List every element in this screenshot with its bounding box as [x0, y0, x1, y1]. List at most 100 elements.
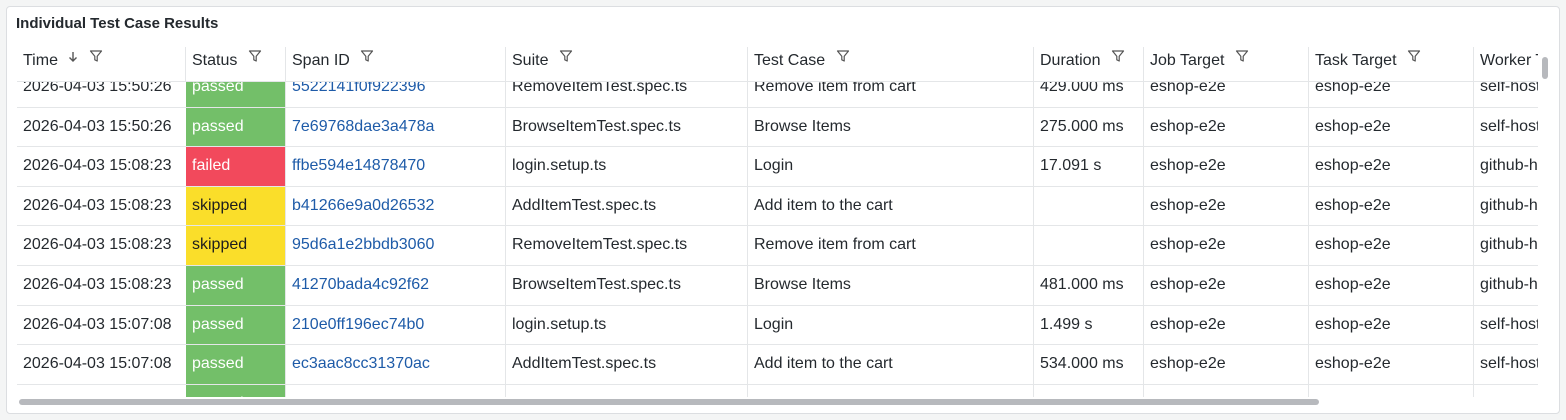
- cell-task-target: eshop-e2e: [1308, 81, 1473, 107]
- cell-job-target: eshop-e2e: [1143, 226, 1308, 265]
- cell-worker-text: self-hoste: [1480, 81, 1538, 95]
- vertical-scrollbar-thumb[interactable]: [1542, 57, 1548, 79]
- cell-suite: [505, 384, 747, 397]
- cell-worker: self-hoste: [1473, 305, 1538, 345]
- cell-status: passed: [185, 107, 285, 147]
- filter-icon[interactable]: [1407, 47, 1421, 73]
- cell-span-id-text[interactable]: 210e0ff196ec74b0: [292, 316, 424, 333]
- filter-icon[interactable]: [836, 47, 850, 73]
- cell-suite-text: login.setup.ts: [512, 315, 607, 333]
- table-row[interactable]: 2026-04-03 15:07:08 passed ec3aac8cc31370a…: [17, 345, 1538, 385]
- cell-span-id[interactable]: [285, 384, 505, 397]
- cell-span-id-text[interactable]: 41270bada4c92f62: [292, 276, 429, 293]
- cell-time: 2026-04-03 15:50:26: [17, 81, 185, 107]
- cell-span-id[interactable]: b41266e9a0d26532: [285, 186, 505, 226]
- cell-duration: [1033, 186, 1143, 226]
- cell-status-text: passed: [192, 315, 244, 333]
- cell-time: 2026-04-03 15:07:08: [17, 345, 185, 384]
- table-row[interactable]: passed: [17, 384, 1538, 397]
- cell-span-id-text[interactable]: 7e69768dae3a478a: [292, 118, 434, 135]
- table-header: Time Status Span ID Suite Test Case Dura…: [17, 47, 1538, 82]
- cell-task-target: eshop-e2e: [1308, 345, 1473, 384]
- cell-suite-text: BrowseItemTest.spec.ts: [512, 275, 681, 293]
- cell-time-text: 2026-04-03 15:07:08: [23, 355, 172, 373]
- cell-worker: github-ho: [1473, 147, 1538, 186]
- column-header-label: Job Target: [1150, 52, 1225, 69]
- cell-time-text: 2026-04-03 15:08:23: [23, 236, 172, 254]
- column-header-label: Worker T: [1480, 52, 1538, 69]
- cell-time-text: 2026-04-03 15:50:26: [23, 117, 172, 135]
- sort-descending-icon[interactable]: [68, 47, 78, 73]
- column-header-worker[interactable]: Worker T: [1473, 47, 1538, 81]
- cell-job-target-text: eshop-e2e: [1150, 117, 1226, 135]
- cell-suite: AddItemTest.spec.ts: [505, 186, 747, 226]
- column-header-label: Test Case: [754, 52, 826, 69]
- column-header-suite[interactable]: Suite: [505, 47, 747, 81]
- cell-span-id-text[interactable]: ec3aac8cc31370ac: [292, 355, 430, 372]
- cell-span-id[interactable]: 41270bada4c92f62: [285, 265, 505, 305]
- cell-test-case-text: Login: [754, 315, 794, 333]
- cell-job-target-text: eshop-e2e: [1150, 157, 1226, 175]
- cell-task-target: eshop-e2e: [1308, 226, 1473, 265]
- table-row[interactable]: 2026-04-03 15:50:26 passed 7e69768dae3a478…: [17, 107, 1538, 148]
- cell-job-target: eshop-e2e: [1143, 186, 1308, 226]
- cell-task-target: [1308, 384, 1473, 397]
- cell-span-id[interactable]: 95d6a1e2bbdb3060: [285, 226, 505, 265]
- cell-suite-text: BrowseItemTest.spec.ts: [512, 117, 681, 135]
- filter-icon[interactable]: [360, 47, 374, 73]
- table-row[interactable]: 2026-04-03 15:50:26 passed 5522141f0f92239…: [17, 81, 1538, 108]
- cell-test-case-text: Add item to the cart: [754, 355, 893, 373]
- cell-span-id[interactable]: 5522141f0f922396: [285, 81, 505, 107]
- table-row[interactable]: 2026-04-03 15:08:23 failed ffbe594e1487847…: [17, 147, 1538, 187]
- cell-status-text: passed: [192, 275, 244, 293]
- column-header-duration[interactable]: Duration: [1033, 47, 1143, 81]
- cell-duration-text: 275.000 ms: [1040, 117, 1124, 135]
- filter-icon[interactable]: [1111, 47, 1125, 73]
- column-header-task-target[interactable]: Task Target: [1308, 47, 1473, 81]
- cell-test-case-text: Remove item from cart: [754, 81, 916, 95]
- cell-span-id[interactable]: 210e0ff196ec74b0: [285, 305, 505, 345]
- cell-status: passed: [185, 305, 285, 345]
- filter-icon[interactable]: [559, 47, 573, 73]
- table-row[interactable]: 2026-04-03 15:07:08 passed 210e0ff196ec74b…: [17, 305, 1538, 346]
- cell-span-id-text[interactable]: b41266e9a0d26532: [292, 197, 434, 214]
- cell-test-case: Add item to the cart: [747, 186, 1033, 226]
- column-header-status[interactable]: Status: [185, 47, 285, 81]
- table-row[interactable]: 2026-04-03 15:08:23 passed 41270bada4c92f6…: [17, 265, 1538, 306]
- cell-duration: 1.499 s: [1033, 305, 1143, 345]
- cell-job-target-text: eshop-e2e: [1150, 196, 1226, 214]
- cell-job-target-text: eshop-e2e: [1150, 81, 1226, 95]
- cell-span-id[interactable]: 7e69768dae3a478a: [285, 107, 505, 147]
- cell-span-id-text[interactable]: 95d6a1e2bbdb3060: [292, 236, 434, 253]
- cell-duration: [1033, 226, 1143, 265]
- cell-span-id[interactable]: ffbe594e14878470: [285, 147, 505, 186]
- table-row[interactable]: 2026-04-03 15:08:23 skipped 95d6a1e2bbdb30…: [17, 226, 1538, 266]
- filter-icon[interactable]: [89, 47, 103, 73]
- cell-task-target-text: eshop-e2e: [1315, 117, 1391, 135]
- cell-status-text: passed: [192, 395, 244, 397]
- horizontal-scrollbar-thumb[interactable]: [19, 399, 1319, 405]
- horizontal-scrollbar[interactable]: [17, 398, 1538, 406]
- cell-span-id[interactable]: ec3aac8cc31370ac: [285, 345, 505, 384]
- cell-span-id-text[interactable]: ffbe594e14878470: [292, 157, 425, 174]
- column-header-span-id[interactable]: Span ID: [285, 47, 505, 81]
- table-row[interactable]: 2026-04-03 15:08:23 skipped b41266e9a0d265…: [17, 186, 1538, 227]
- cell-job-target: eshop-e2e: [1143, 147, 1308, 186]
- cell-suite-text: login.setup.ts: [512, 157, 607, 175]
- cell-duration: 17.091 s: [1033, 147, 1143, 186]
- cell-time: 2026-04-03 15:08:23: [17, 266, 185, 305]
- column-header-job-target[interactable]: Job Target: [1143, 47, 1308, 81]
- column-header-label: Duration: [1040, 52, 1101, 69]
- column-header-label: Time: [23, 52, 58, 69]
- column-header-test-case[interactable]: Test Case: [747, 47, 1033, 81]
- cell-task-target-text: eshop-e2e: [1315, 157, 1391, 175]
- column-header-label: Suite: [512, 52, 549, 69]
- filter-icon[interactable]: [248, 47, 262, 73]
- cell-test-case: [747, 384, 1033, 397]
- cell-span-id-text[interactable]: 5522141f0f922396: [292, 81, 425, 95]
- filter-icon[interactable]: [1235, 47, 1249, 73]
- column-header-time[interactable]: Time: [17, 47, 185, 81]
- vertical-scrollbar[interactable]: [1541, 51, 1549, 396]
- cell-time: 2026-04-03 15:08:23: [17, 187, 185, 226]
- cell-test-case-text: Browse Items: [754, 117, 851, 135]
